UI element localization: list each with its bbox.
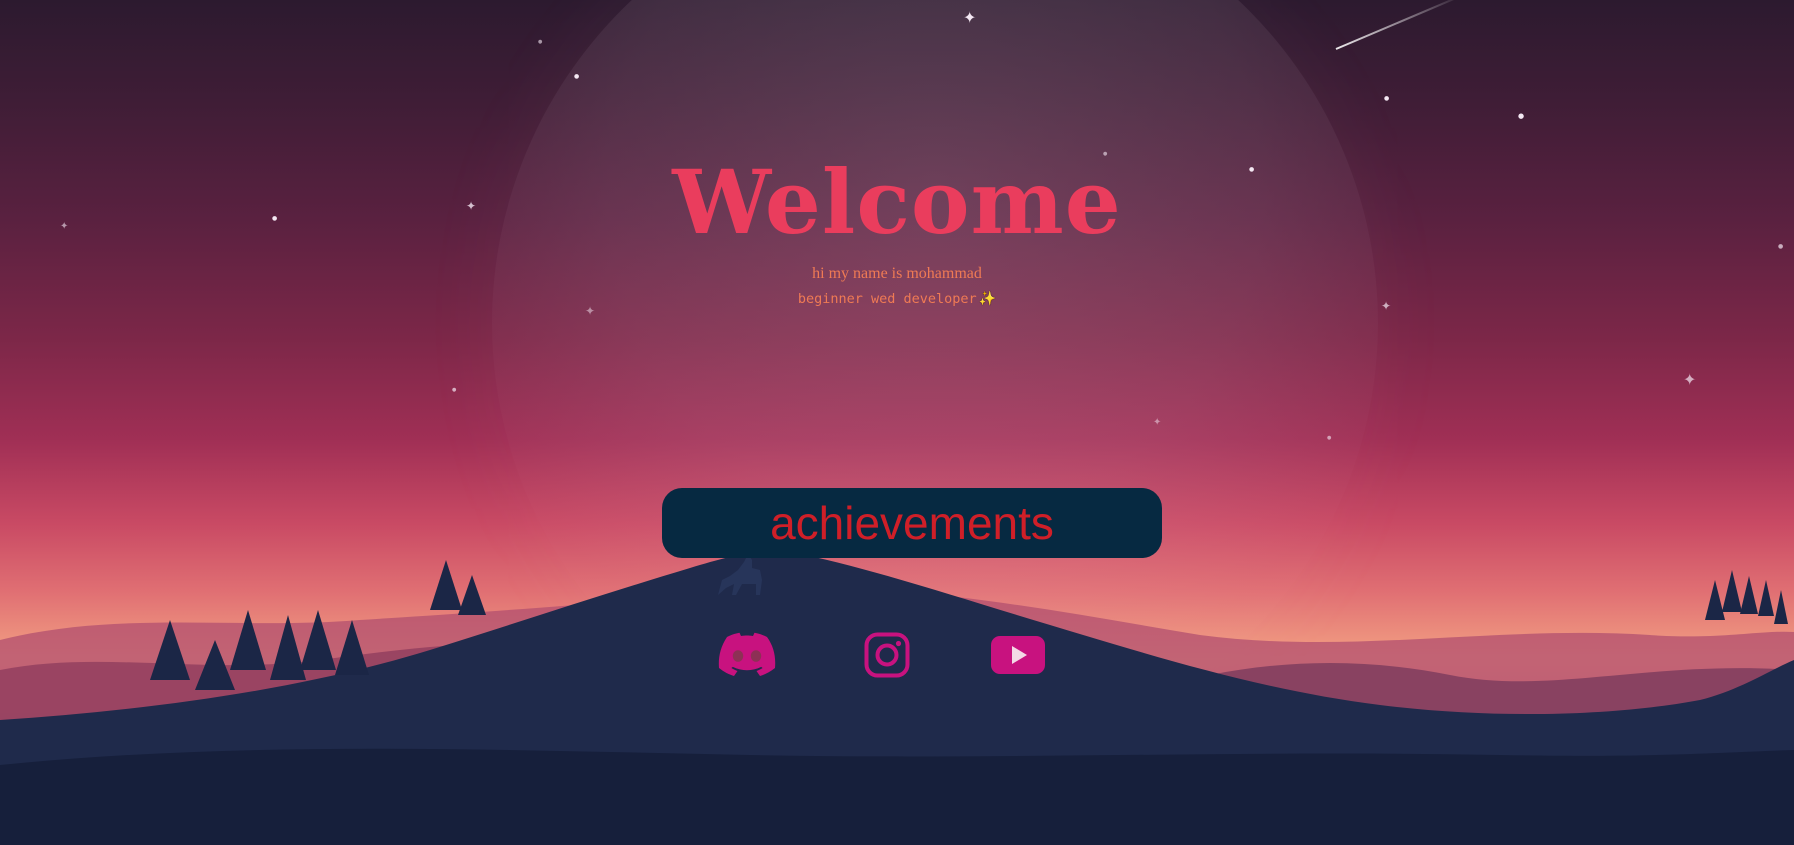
star: ● [452, 387, 457, 393]
star: ✦ [963, 8, 977, 27]
youtube-link[interactable] [990, 632, 1046, 678]
discord-link[interactable] [718, 632, 776, 678]
page-title: Welcome [672, 150, 1122, 254]
background-scene: ✦ ● ● ✦ ● ✦ ✦ ● ● ● ● ● ✦ ✦ ● ✦ ● [0, 0, 1794, 845]
role-label: beginner wed developer [797, 291, 977, 307]
star: ✦ [1683, 370, 1697, 389]
star: ● [1518, 112, 1525, 120]
discord-icon [718, 632, 776, 676]
sparkle-icon: ✨ [978, 291, 997, 307]
achievements-button[interactable]: achievements [662, 488, 1162, 558]
instagram-link[interactable] [864, 632, 910, 678]
star: ● [538, 39, 543, 45]
shooting-star [1335, 0, 1466, 50]
star: ● [574, 73, 580, 80]
youtube-icon [991, 636, 1045, 674]
star: ✦ [1153, 417, 1162, 428]
star: ✦ [585, 304, 596, 318]
mountain-landscape [0, 550, 1794, 845]
role-text: beginner wed developer ✨ [0, 292, 1794, 307]
intro-text: hi my name is mohammad [812, 265, 982, 282]
star: ● [1327, 435, 1332, 441]
star: ● [1384, 95, 1390, 102]
instagram-icon [864, 632, 910, 678]
